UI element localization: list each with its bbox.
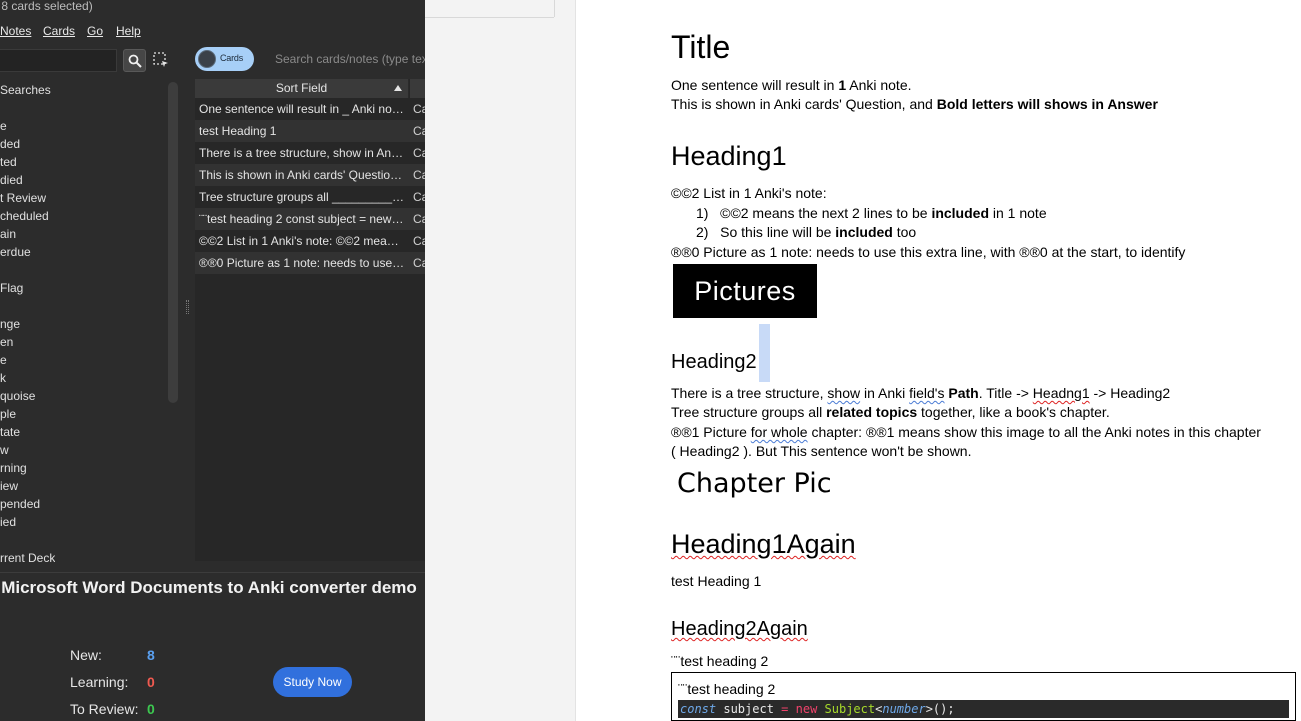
- column-header-sort-field[interactable]: Sort Field: [195, 79, 409, 98]
- study-now-button[interactable]: Study Now: [273, 667, 352, 697]
- sidebar-item-first-review[interactable]: t Review: [0, 191, 46, 207]
- toggle-knob: [198, 50, 216, 68]
- table-row[interactable]: This is shown in Anki cards' Question, a…: [195, 164, 425, 186]
- search-icon: [128, 54, 142, 68]
- sidebar-item-flag[interactable]: Flag: [0, 281, 23, 297]
- pictures-image[interactable]: Pictures: [673, 264, 817, 318]
- sidebar-tree: Searches e ded ted died t Review chedule…: [0, 82, 165, 572]
- word-canvas-background: [425, 0, 575, 721]
- sidebar-item-learning[interactable]: rning: [0, 461, 27, 477]
- toggle-label: Cards: [220, 53, 244, 63]
- sidebar-item-again[interactable]: ain: [0, 227, 16, 243]
- review-count: 0: [147, 701, 155, 717]
- divider: [425, 17, 554, 18]
- window-title: of 8 cards selected): [0, 0, 93, 13]
- sidebar-scrollbar[interactable]: [168, 82, 178, 403]
- paragraph: One sentence will result in 1 Anki note.: [671, 77, 912, 93]
- card-search-input[interactable]: [265, 48, 425, 70]
- deck-overview: Microsoft Word Documents to Anki convert…: [0, 572, 425, 721]
- doc-title: Title: [671, 29, 731, 65]
- chapter-pic-image[interactable]: Chapter Pic: [677, 468, 832, 500]
- sidebar-item[interactable]: e: [0, 119, 7, 135]
- select-area-icon[interactable]: [153, 52, 169, 68]
- table-row[interactable]: ¨¨test heading 2 const subject = new Sub…: [195, 208, 425, 230]
- anki-browser-window: of 8 cards selected) Notes Cards Go Help…: [0, 0, 425, 721]
- deck-title: Microsoft Word Documents to Anki convert…: [1, 578, 417, 597]
- search-button[interactable]: [123, 49, 146, 72]
- sidebar-item-overdue[interactable]: erdue: [0, 245, 31, 261]
- table-row[interactable]: ©©2 List in 1 Anki's note: ©©2 means the…: [195, 230, 425, 252]
- heading-1: Heading1Again: [671, 529, 856, 559]
- code-heading: ¨¨test heading 2: [678, 681, 776, 697]
- sidebar-search-input[interactable]: [0, 49, 117, 72]
- code-block: ¨¨test heading 2 const subject = new Sub…: [671, 672, 1296, 721]
- paragraph: This is shown in Anki cards' Question, a…: [671, 96, 1158, 112]
- table-row[interactable]: Tree structure groups all ___________ to…: [195, 186, 425, 208]
- review-label: To Review:: [70, 701, 139, 717]
- code-line: const subject = new Subject<number>();: [678, 700, 1289, 718]
- sidebar-item-pink[interactable]: k: [0, 371, 6, 387]
- paragraph: Tree structure groups all related topics…: [671, 404, 1110, 420]
- table-row[interactable]: There is a tree structure, show in Anki …: [195, 142, 425, 164]
- paragraph: ¨¨test heading 2: [671, 653, 769, 669]
- menu-go[interactable]: Go: [87, 24, 103, 38]
- splitter-handle[interactable]: [186, 300, 189, 314]
- divider: [554, 0, 555, 17]
- paragraph: ©©2 List in 1 Anki's note:: [671, 185, 827, 201]
- sidebar-item-new[interactable]: w: [0, 443, 9, 459]
- table-row[interactable]: One sentence will result in _ Anki note.…: [195, 98, 425, 120]
- table-row[interactable]: test Heading 1Ca: [195, 120, 425, 142]
- paragraph: ®®0 Picture as 1 note: needs to use this…: [671, 244, 1186, 260]
- menu-cards[interactable]: Cards: [43, 24, 75, 38]
- heading-1: Heading1: [671, 141, 787, 171]
- sidebar-item-orange[interactable]: nge: [0, 317, 20, 333]
- sidebar-item-studied[interactable]: died: [0, 173, 23, 189]
- sort-ascending-icon: [394, 85, 402, 91]
- sidebar-item-rescheduled[interactable]: cheduled: [0, 209, 49, 225]
- paragraph: There is a tree structure, show in Anki …: [671, 385, 1171, 401]
- sidebar-item-purple[interactable]: ple: [0, 407, 16, 423]
- sidebar-item-saved-searches[interactable]: Searches: [0, 83, 51, 99]
- text-cursor-highlight: [759, 324, 770, 382]
- cards-table: Sort Field One sentence will result in _…: [195, 79, 425, 561]
- list-item: 1) ©©2 means the next 2 lines to be incl…: [696, 205, 1047, 221]
- heading-2: Heading2: [671, 351, 757, 373]
- table-row[interactable]: ®®0 Picture as 1 note: needs to use this…: [195, 252, 425, 274]
- paragraph: ®®1 Picture for whole chapter: ®®1 means…: [671, 424, 1261, 440]
- menu-help[interactable]: Help: [116, 24, 141, 38]
- menu-notes[interactable]: Notes: [0, 24, 31, 38]
- new-label: New:: [70, 647, 102, 663]
- paragraph: ( Heading2 ). But This sentence won't be…: [671, 443, 972, 459]
- sidebar-item-blue[interactable]: e: [0, 353, 7, 369]
- sidebar-item-turquoise[interactable]: quoise: [0, 389, 35, 405]
- cards-notes-toggle[interactable]: Cards: [195, 47, 254, 71]
- sidebar-item-added[interactable]: ded: [0, 137, 20, 153]
- sidebar-item-suspended[interactable]: pended: [0, 497, 40, 513]
- sidebar-item-current-deck[interactable]: rrent Deck: [0, 551, 55, 567]
- sidebar-item-buried[interactable]: ied: [0, 515, 16, 531]
- heading-2: Heading2Again: [671, 618, 808, 640]
- sidebar-item-card-state[interactable]: tate: [0, 425, 20, 441]
- paragraph: test Heading 1: [671, 573, 762, 589]
- sidebar-item-green[interactable]: en: [0, 335, 13, 351]
- learning-label: Learning:: [70, 674, 129, 690]
- new-count: 8: [147, 647, 155, 663]
- list-item: 2) So this line will be included too: [696, 224, 917, 240]
- sidebar-item-review[interactable]: iew: [0, 479, 18, 495]
- sidebar-item-edited[interactable]: ted: [0, 155, 17, 171]
- learning-count: 0: [147, 674, 155, 690]
- column-header-card[interactable]: [410, 79, 425, 98]
